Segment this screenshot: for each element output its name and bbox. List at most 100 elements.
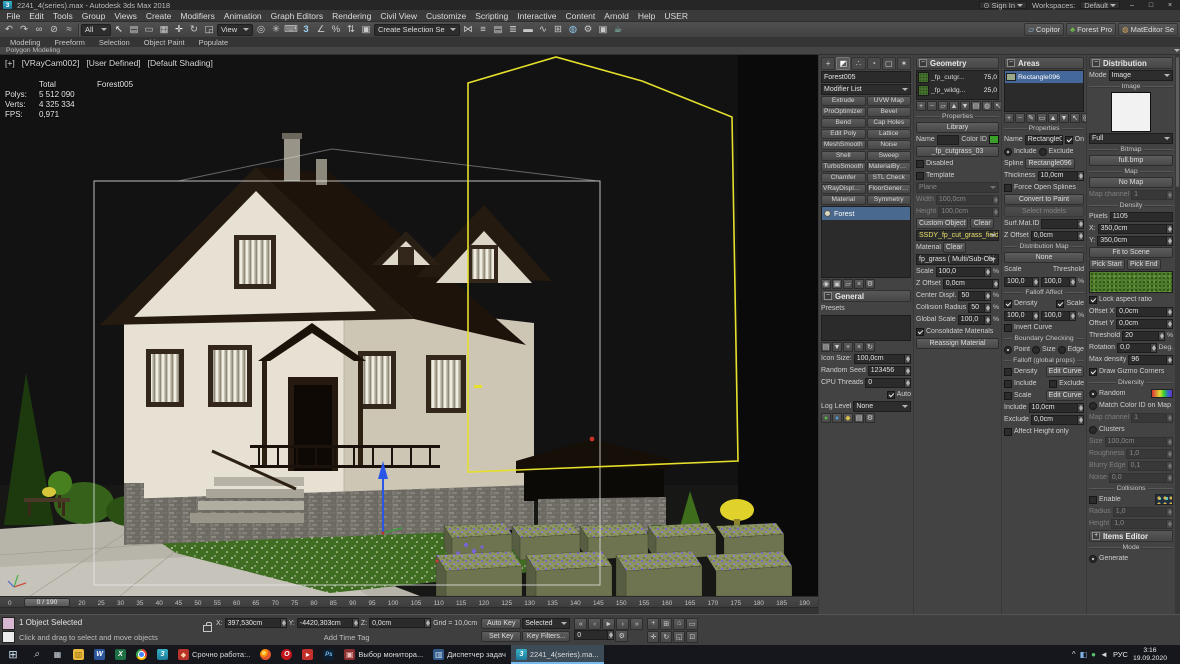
density-edit-curve-button[interactable]: Edit Curve (1046, 366, 1084, 377)
max-density-field[interactable]: 96 (1128, 355, 1173, 365)
distribution-mode-dropdown[interactable]: Image (1109, 70, 1173, 81)
menu-item[interactable]: Edit (25, 10, 49, 22)
cluster-roughness-field[interactable]: 1,0 (1126, 449, 1173, 459)
render-production-icon[interactable]: ☕ (611, 23, 625, 37)
modifier-button[interactable]: MaterialByElement (867, 162, 912, 172)
area-name-field[interactable]: Rectangle096 (1025, 135, 1063, 145)
material-dropdown[interactable]: fp_grass ( Multi/Sub-Obj (916, 254, 999, 265)
bitmap-file-button[interactable]: full.bmp (1089, 155, 1173, 166)
utilities-tab[interactable]: ✶ (897, 57, 911, 70)
hierarchy-tab[interactable]: ∴ (851, 57, 865, 70)
auto-key-button[interactable]: Auto Key (481, 618, 521, 629)
modifier-button[interactable]: Symmetry (867, 195, 912, 205)
affect-height-only-checkbox[interactable] (1004, 428, 1012, 436)
spinner[interactable] (1166, 225, 1172, 233)
falloff-exclude-checkbox[interactable] (1049, 380, 1057, 388)
menu-item[interactable]: Rendering (328, 10, 376, 22)
density-y-field[interactable]: 350,0cm (1097, 236, 1173, 246)
menu-item[interactable]: Views (110, 10, 142, 22)
map-channel-field[interactable]: 1 (1131, 190, 1173, 200)
current-frame-field[interactable]: 0 (574, 630, 614, 640)
spinner[interactable] (1166, 356, 1172, 364)
modifier-button[interactable]: STL Check (867, 173, 912, 183)
preset-open-icon[interactable]: ▤ (821, 342, 831, 352)
pixels-field[interactable]: 1105 (1110, 212, 1173, 222)
spinner[interactable] (1166, 438, 1172, 446)
distribution-map-none-button[interactable]: None (1004, 252, 1084, 263)
pin-stack-icon[interactable]: ◉ (821, 279, 831, 289)
spinner[interactable] (1166, 462, 1172, 470)
geo-add-icon[interactable]: + (916, 101, 926, 111)
selection-filter-dropdown[interactable]: All (81, 24, 111, 36)
geo-up-icon[interactable]: ▲ (949, 101, 959, 111)
viewport-label-part[interactable]: [+] (5, 58, 15, 68)
collision-height-field[interactable]: 1,0 (1111, 519, 1173, 529)
boundary-edge-radio[interactable] (1058, 346, 1066, 354)
remove-modifier-icon[interactable]: × (854, 279, 864, 289)
forest-points-icon[interactable]: ◆ (843, 413, 853, 423)
ribbon-tab[interactable]: Freeform (47, 38, 91, 47)
ribbon-tab[interactable]: Populate (192, 38, 236, 47)
named-selection-sets-icon[interactable]: ▣ (359, 23, 373, 37)
viewport-label-part[interactable]: [User Defined] (86, 58, 140, 68)
select-and-link-icon[interactable]: ∞ (32, 23, 46, 37)
previous-frame-icon[interactable]: ‹ (588, 618, 601, 630)
ribbon-panel-strip[interactable]: Polygon Modeling (0, 47, 1180, 55)
window-monitor-button[interactable]: ▣ Выбор монитора... (339, 645, 428, 664)
clusters-radio[interactable] (1089, 426, 1097, 434)
percent-snap-icon[interactable]: % (329, 23, 343, 37)
geo-material-icon[interactable]: ◍ (982, 101, 992, 111)
cluster-size-field[interactable]: 100,0cm (1105, 437, 1173, 447)
lock-aspect-checkbox[interactable] (1089, 296, 1097, 304)
mirror-icon[interactable]: ⋈ (461, 23, 475, 37)
modifier-button[interactable]: MeshSmooth (821, 140, 866, 150)
modifier-button[interactable]: FloorGenerator (867, 184, 912, 194)
icon-size-field[interactable]: 100,0cm (854, 354, 911, 364)
collision-radius2-field[interactable]: 1,0 (1113, 507, 1173, 517)
spinner[interactable] (992, 196, 998, 204)
include-radio[interactable] (1004, 148, 1012, 156)
task-view-button[interactable]: ▦ (47, 645, 68, 664)
exclude-radio[interactable] (1039, 148, 1047, 156)
x-coord-field[interactable]: 397,530cm (225, 618, 287, 628)
falloff-density-field[interactable]: 100,0 (1004, 311, 1039, 321)
align-icon[interactable]: ≡ (476, 23, 490, 37)
library-button[interactable]: Library (916, 122, 999, 133)
falloff-density-checkbox[interactable] (1004, 300, 1012, 308)
spinner[interactable] (984, 316, 990, 324)
modifier-enabled-icon[interactable] (824, 210, 831, 217)
excel-button[interactable]: X (110, 645, 131, 664)
rendered-frame-icon[interactable]: ▣ (596, 23, 610, 37)
reference-coordinate-dropdown[interactable]: View (217, 24, 253, 36)
invert-curve-checkbox[interactable] (1004, 324, 1012, 332)
boundary-point-radio[interactable] (1004, 346, 1012, 354)
viewport[interactable]: [+][VRayCam002][User Defined][Default Sh… (0, 55, 818, 596)
spinner[interactable] (1166, 450, 1172, 458)
display-tab[interactable]: ▢ (882, 57, 896, 70)
menu-item[interactable]: Modifiers (176, 10, 219, 22)
preset-refresh-icon[interactable]: ↻ (865, 342, 875, 352)
log-level-dropdown[interactable]: None (853, 401, 911, 412)
consolidate-materials-checkbox[interactable] (916, 328, 924, 336)
area-item[interactable]: Rectangle096 (1005, 71, 1083, 83)
modifier-button[interactable]: Sweep (867, 151, 912, 161)
modifier-button[interactable]: VRayDisplacementMod (821, 184, 866, 194)
panel-scrollbar[interactable] (1175, 55, 1180, 614)
spinner[interactable] (984, 304, 990, 312)
zoom-region-icon[interactable]: ▭ (686, 618, 698, 630)
spinner[interactable] (280, 619, 286, 627)
custom-object-dropdown[interactable]: SSDY_fp_cut_grass_field (916, 230, 999, 241)
add-time-tag[interactable]: Add Time Tag (324, 633, 370, 642)
menu-item[interactable]: Group (77, 10, 110, 22)
zoom-extents-icon[interactable]: ⌂ (673, 618, 685, 630)
modifier-button[interactable]: Extrude (821, 96, 866, 106)
distribution-image-preview[interactable] (1111, 92, 1151, 132)
area-on-checkbox[interactable] (1065, 136, 1073, 144)
menu-item[interactable]: Interactive (513, 10, 561, 22)
geo-copy-icon[interactable]: ▱ (938, 101, 948, 111)
menu-item[interactable]: Animation (219, 10, 266, 22)
general-rollout-header[interactable]: − General (821, 290, 911, 302)
height-field[interactable]: 100,0cm (938, 207, 999, 217)
draw-gizmo-corners-checkbox[interactable] (1089, 368, 1097, 376)
center-displ-field[interactable]: 50 (958, 291, 990, 301)
